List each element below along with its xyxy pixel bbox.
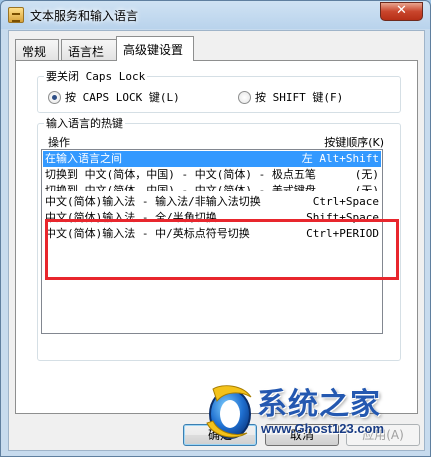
title-bar[interactable]: 文本服务和输入语言 ✕: [1, 1, 430, 29]
hotkeys-column-header: 操作 按键顺序(K): [48, 134, 384, 149]
radio-shift-label: 按 SHIFT 键(F): [255, 91, 344, 104]
capslock-group-label: 要关闭 Caps Lock: [44, 68, 148, 84]
list-item-action: 中文(简体)输入法 - 输入法/非输入法切换: [45, 195, 261, 208]
radio-caps-lock-label: 按 CAPS LOCK 键(L): [65, 91, 180, 104]
list-item-key: (无): [354, 184, 379, 191]
column-header-action: 操作: [48, 136, 70, 149]
capslock-group: 要关闭 Caps Lock 按 CAPS LOCK 键(L) 按 SHIFT 键…: [37, 68, 401, 113]
list-item-action: 切换到 中文(简体，中国) - 中文(简体) - 极点五笔: [45, 168, 316, 181]
highlight-annotation-box: [45, 219, 399, 280]
list-item-key: Ctrl+Space: [312, 195, 379, 208]
close-button[interactable]: ✕: [380, 2, 423, 21]
list-item-key: 左 Alt+Shift: [301, 152, 379, 165]
hotkeys-group-label: 输入语言的热键: [44, 115, 125, 131]
column-header-key-sequence: 按键顺序(K): [324, 136, 384, 149]
dialog-window: 文本服务和输入语言 ✕ 常规 语言栏 高级键设置 要关闭 Caps Lock 按…: [0, 0, 431, 457]
list-item[interactable]: 切换到 中文(简体，中国) - 中文(简体) - 美式键盘 (无): [43, 183, 381, 191]
list-item-key: (无): [354, 168, 379, 181]
radio-button-unchecked[interactable]: [238, 90, 251, 104]
keyboard-icon: [8, 7, 24, 23]
list-item[interactable]: 在输入语言之间 左 Alt+Shift: [43, 151, 381, 167]
window-title: 文本服务和输入语言: [30, 9, 139, 23]
tab-language-bar[interactable]: 语言栏: [61, 39, 117, 60]
dialog-body: 常规 语言栏 高级键设置 要关闭 Caps Lock 按 CAPS LOCK 键…: [8, 30, 425, 451]
radio-button-checked[interactable]: [48, 90, 61, 104]
tab-advanced-key-settings[interactable]: 高级键设置: [116, 36, 194, 61]
list-item[interactable]: 切换到 中文(简体，中国) - 中文(简体) - 极点五笔 (无): [43, 167, 381, 183]
radio-caps-lock-key[interactable]: 按 CAPS LOCK 键(L): [48, 89, 180, 105]
list-item[interactable]: 中文(简体)输入法 - 输入法/非输入法切换 Ctrl+Space: [43, 194, 381, 210]
tab-general[interactable]: 常规: [15, 39, 59, 60]
list-item-action: 切换到 中文(简体，中国) - 中文(简体) - 美式键盘: [45, 184, 316, 191]
watermark-logo-icon: [206, 385, 252, 439]
watermark-url: www.Ghost123.com: [261, 421, 385, 436]
watermark: 系统之家 www.Ghost123.com: [199, 379, 429, 451]
radio-shift-key[interactable]: 按 SHIFT 键(F): [238, 89, 343, 105]
list-item-action: 在输入语言之间: [45, 152, 122, 165]
watermark-brand: 系统之家: [257, 387, 381, 422]
